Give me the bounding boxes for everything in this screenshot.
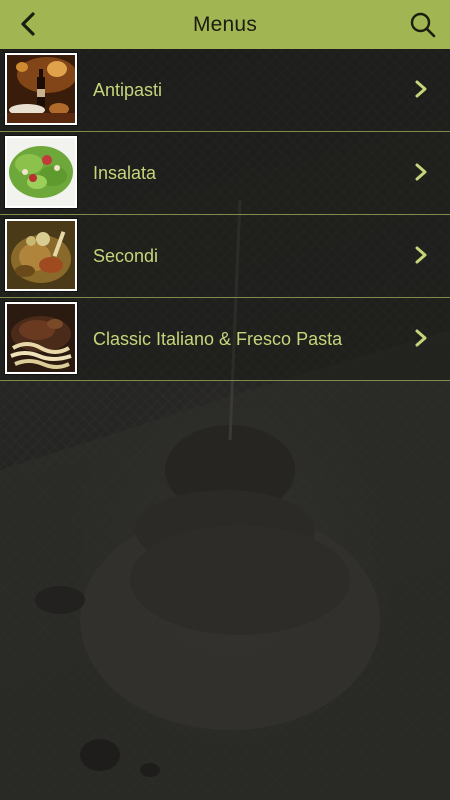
header-bar: Menus: [0, 0, 450, 49]
chevron-right-icon: [415, 329, 427, 347]
menu-item-label: Classic Italiano & Fresco Pasta: [93, 328, 343, 349]
chevron-left-icon: [21, 12, 35, 36]
search-icon: [410, 12, 436, 38]
insalata-thumbnail: [5, 136, 77, 208]
secondi-thumbnail: [5, 219, 77, 291]
menu-item-secondi[interactable]: Secondi: [0, 215, 450, 298]
back-button[interactable]: [12, 8, 44, 40]
chevron-right-icon: [415, 246, 427, 264]
antipasti-thumbnail: [5, 53, 77, 125]
menu-list: Antipasti Insalata Secondi Classic Itali…: [0, 49, 450, 381]
menu-item-insalata[interactable]: Insalata: [0, 132, 450, 215]
menu-item-label: Insalata: [93, 162, 157, 183]
menu-item-label: Secondi: [93, 245, 159, 266]
search-button[interactable]: [406, 8, 440, 42]
chevron-right-icon: [415, 80, 427, 98]
page-title: Menus: [192, 12, 258, 36]
menu-item-antipasti[interactable]: Antipasti: [0, 49, 450, 132]
menu-item-label: Antipasti: [93, 79, 163, 100]
pasta-thumbnail: [5, 302, 77, 374]
menus-screen: Menus Antipasti Insalata Secondi Classic…: [0, 0, 450, 800]
chevron-right-icon: [415, 163, 427, 181]
menu-item-classic-italiano-fresco-pasta[interactable]: Classic Italiano & Fresco Pasta: [0, 298, 450, 381]
